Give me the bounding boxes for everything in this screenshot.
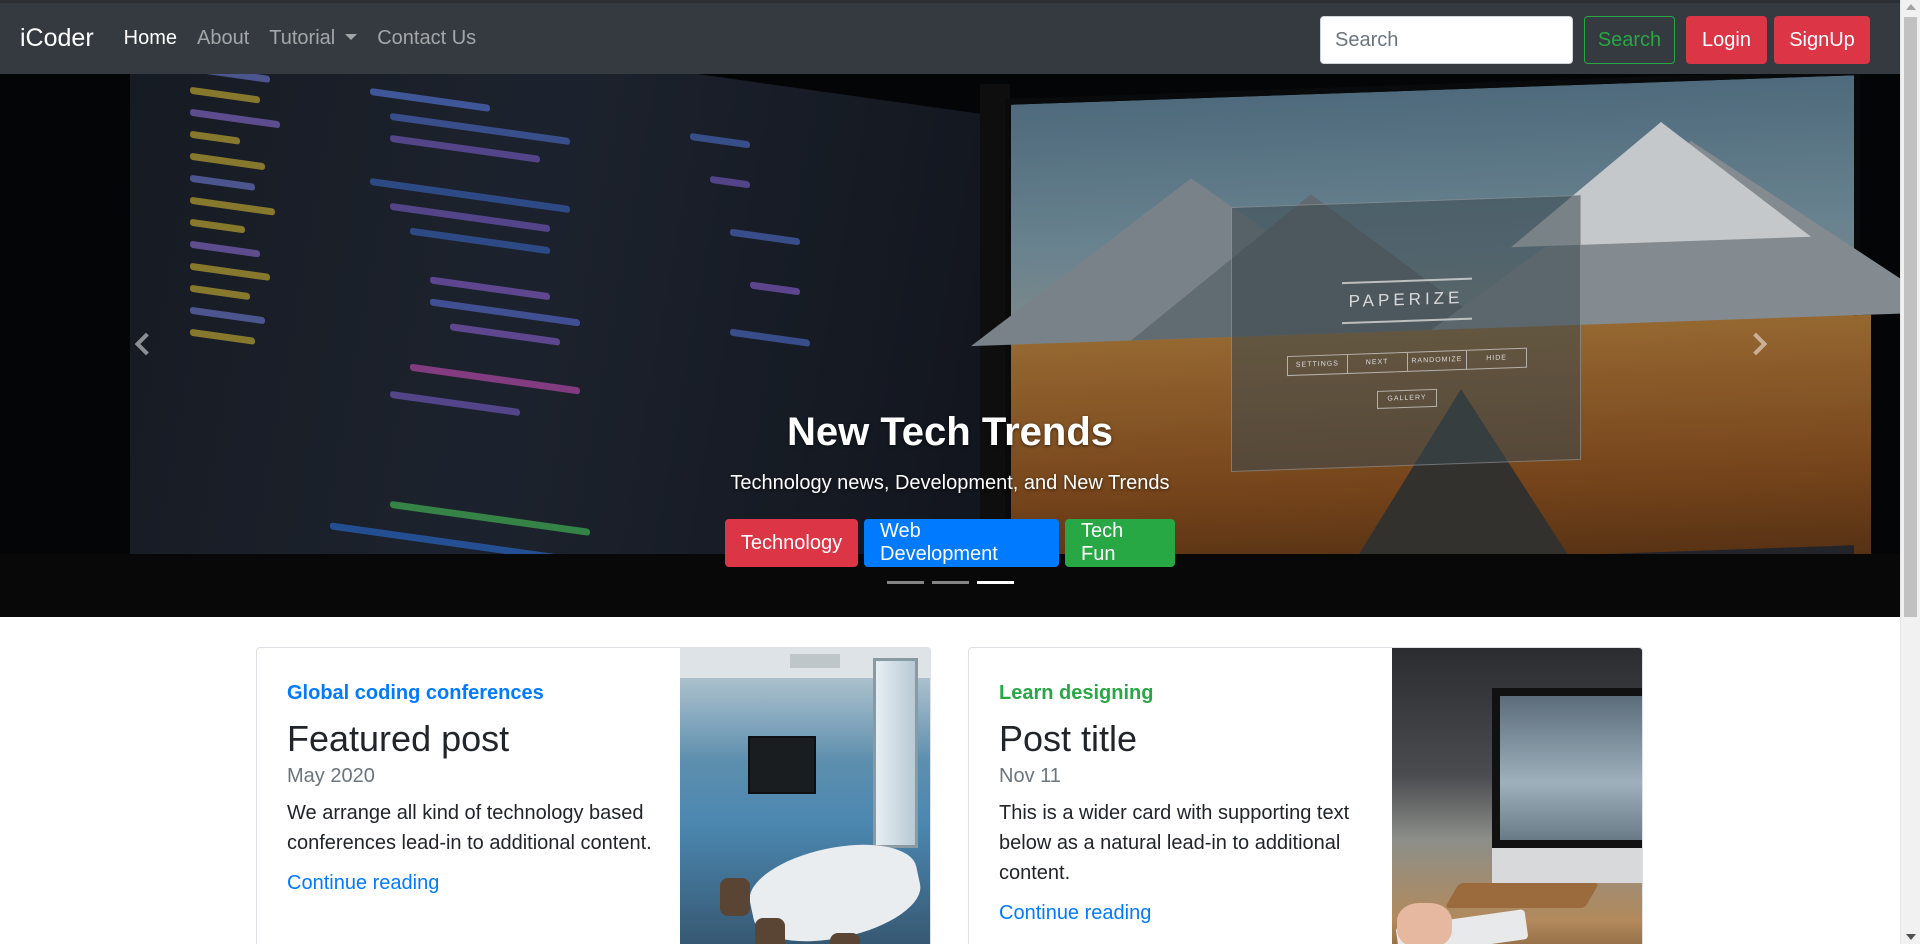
technology-button[interactable]: Technology bbox=[725, 519, 858, 567]
nav-actions: Search Login SignUp bbox=[1320, 16, 1870, 64]
card-title: Featured post bbox=[287, 718, 510, 759]
card-body: Learn designing Post title Nov 11 This i… bbox=[999, 682, 1379, 925]
hero-carousel: PAPERIZE SETTINGS NEXT RANDOMIZE HIDE GA… bbox=[0, 74, 1900, 617]
carousel-buttons: Technology Web Development Tech Fun bbox=[0, 519, 1900, 567]
scroll-down-icon[interactable] bbox=[1906, 934, 1916, 940]
nav-links: Home About Tutorial Contact Us bbox=[124, 27, 497, 50]
scrollbar-thumb[interactable] bbox=[1904, 17, 1917, 617]
card-category: Learn designing bbox=[999, 682, 1154, 704]
tech-fun-button[interactable]: Tech Fun bbox=[1065, 519, 1175, 567]
post-title-card: Learn designing Post title Nov 11 This i… bbox=[968, 647, 1643, 944]
nav-link-tutorial-dropdown[interactable]: Tutorial bbox=[269, 27, 358, 50]
navbar: iCoder Home About Tutorial Contact Us Se… bbox=[0, 0, 1900, 74]
card-image-conference-room bbox=[680, 648, 930, 944]
nav-link-about[interactable]: About bbox=[197, 27, 249, 50]
card-title: Post title bbox=[999, 718, 1138, 759]
login-button[interactable]: Login bbox=[1686, 16, 1767, 64]
carousel-indicator-3[interactable] bbox=[976, 581, 1014, 584]
card-text: This is a wider card with supporting tex… bbox=[999, 801, 1350, 884]
search-button[interactable]: Search bbox=[1584, 16, 1675, 64]
web-development-button[interactable]: Web Development bbox=[864, 519, 1059, 567]
card-image-imac-desk bbox=[1392, 648, 1642, 944]
card-body: Global coding conferences Featured post … bbox=[287, 682, 667, 895]
continue-reading-link[interactable]: Continue reading bbox=[287, 872, 667, 895]
carousel-title: New Tech Trends bbox=[786, 410, 1113, 454]
card-text: We arrange all kind of technology based … bbox=[287, 801, 652, 854]
carousel-indicators bbox=[0, 581, 1900, 584]
carousel-indicator-2[interactable] bbox=[931, 581, 969, 584]
featured-post-card: Global coding conferences Featured post … bbox=[256, 647, 931, 944]
nav-link-tutorial-label: Tutorial bbox=[269, 27, 336, 49]
signup-button[interactable]: SignUp bbox=[1774, 16, 1870, 64]
card-date: Nov 11 bbox=[999, 764, 1061, 787]
nav-link-home[interactable]: Home bbox=[124, 27, 177, 50]
carousel-indicator-1[interactable] bbox=[886, 581, 924, 584]
search-input[interactable] bbox=[1320, 16, 1573, 64]
card-category: Global coding conferences bbox=[287, 682, 544, 704]
brand-logo[interactable]: iCoder bbox=[20, 24, 94, 53]
card-date: May 2020 bbox=[287, 764, 375, 787]
scroll-up-icon[interactable] bbox=[1906, 4, 1916, 10]
page-scrollbar[interactable] bbox=[1900, 0, 1920, 944]
continue-reading-link[interactable]: Continue reading bbox=[999, 902, 1379, 925]
carousel-subtitle: Technology news, Development, and New Tr… bbox=[730, 472, 1170, 494]
nav-link-contact[interactable]: Contact Us bbox=[377, 27, 476, 50]
chevron-down-icon bbox=[345, 33, 358, 40]
